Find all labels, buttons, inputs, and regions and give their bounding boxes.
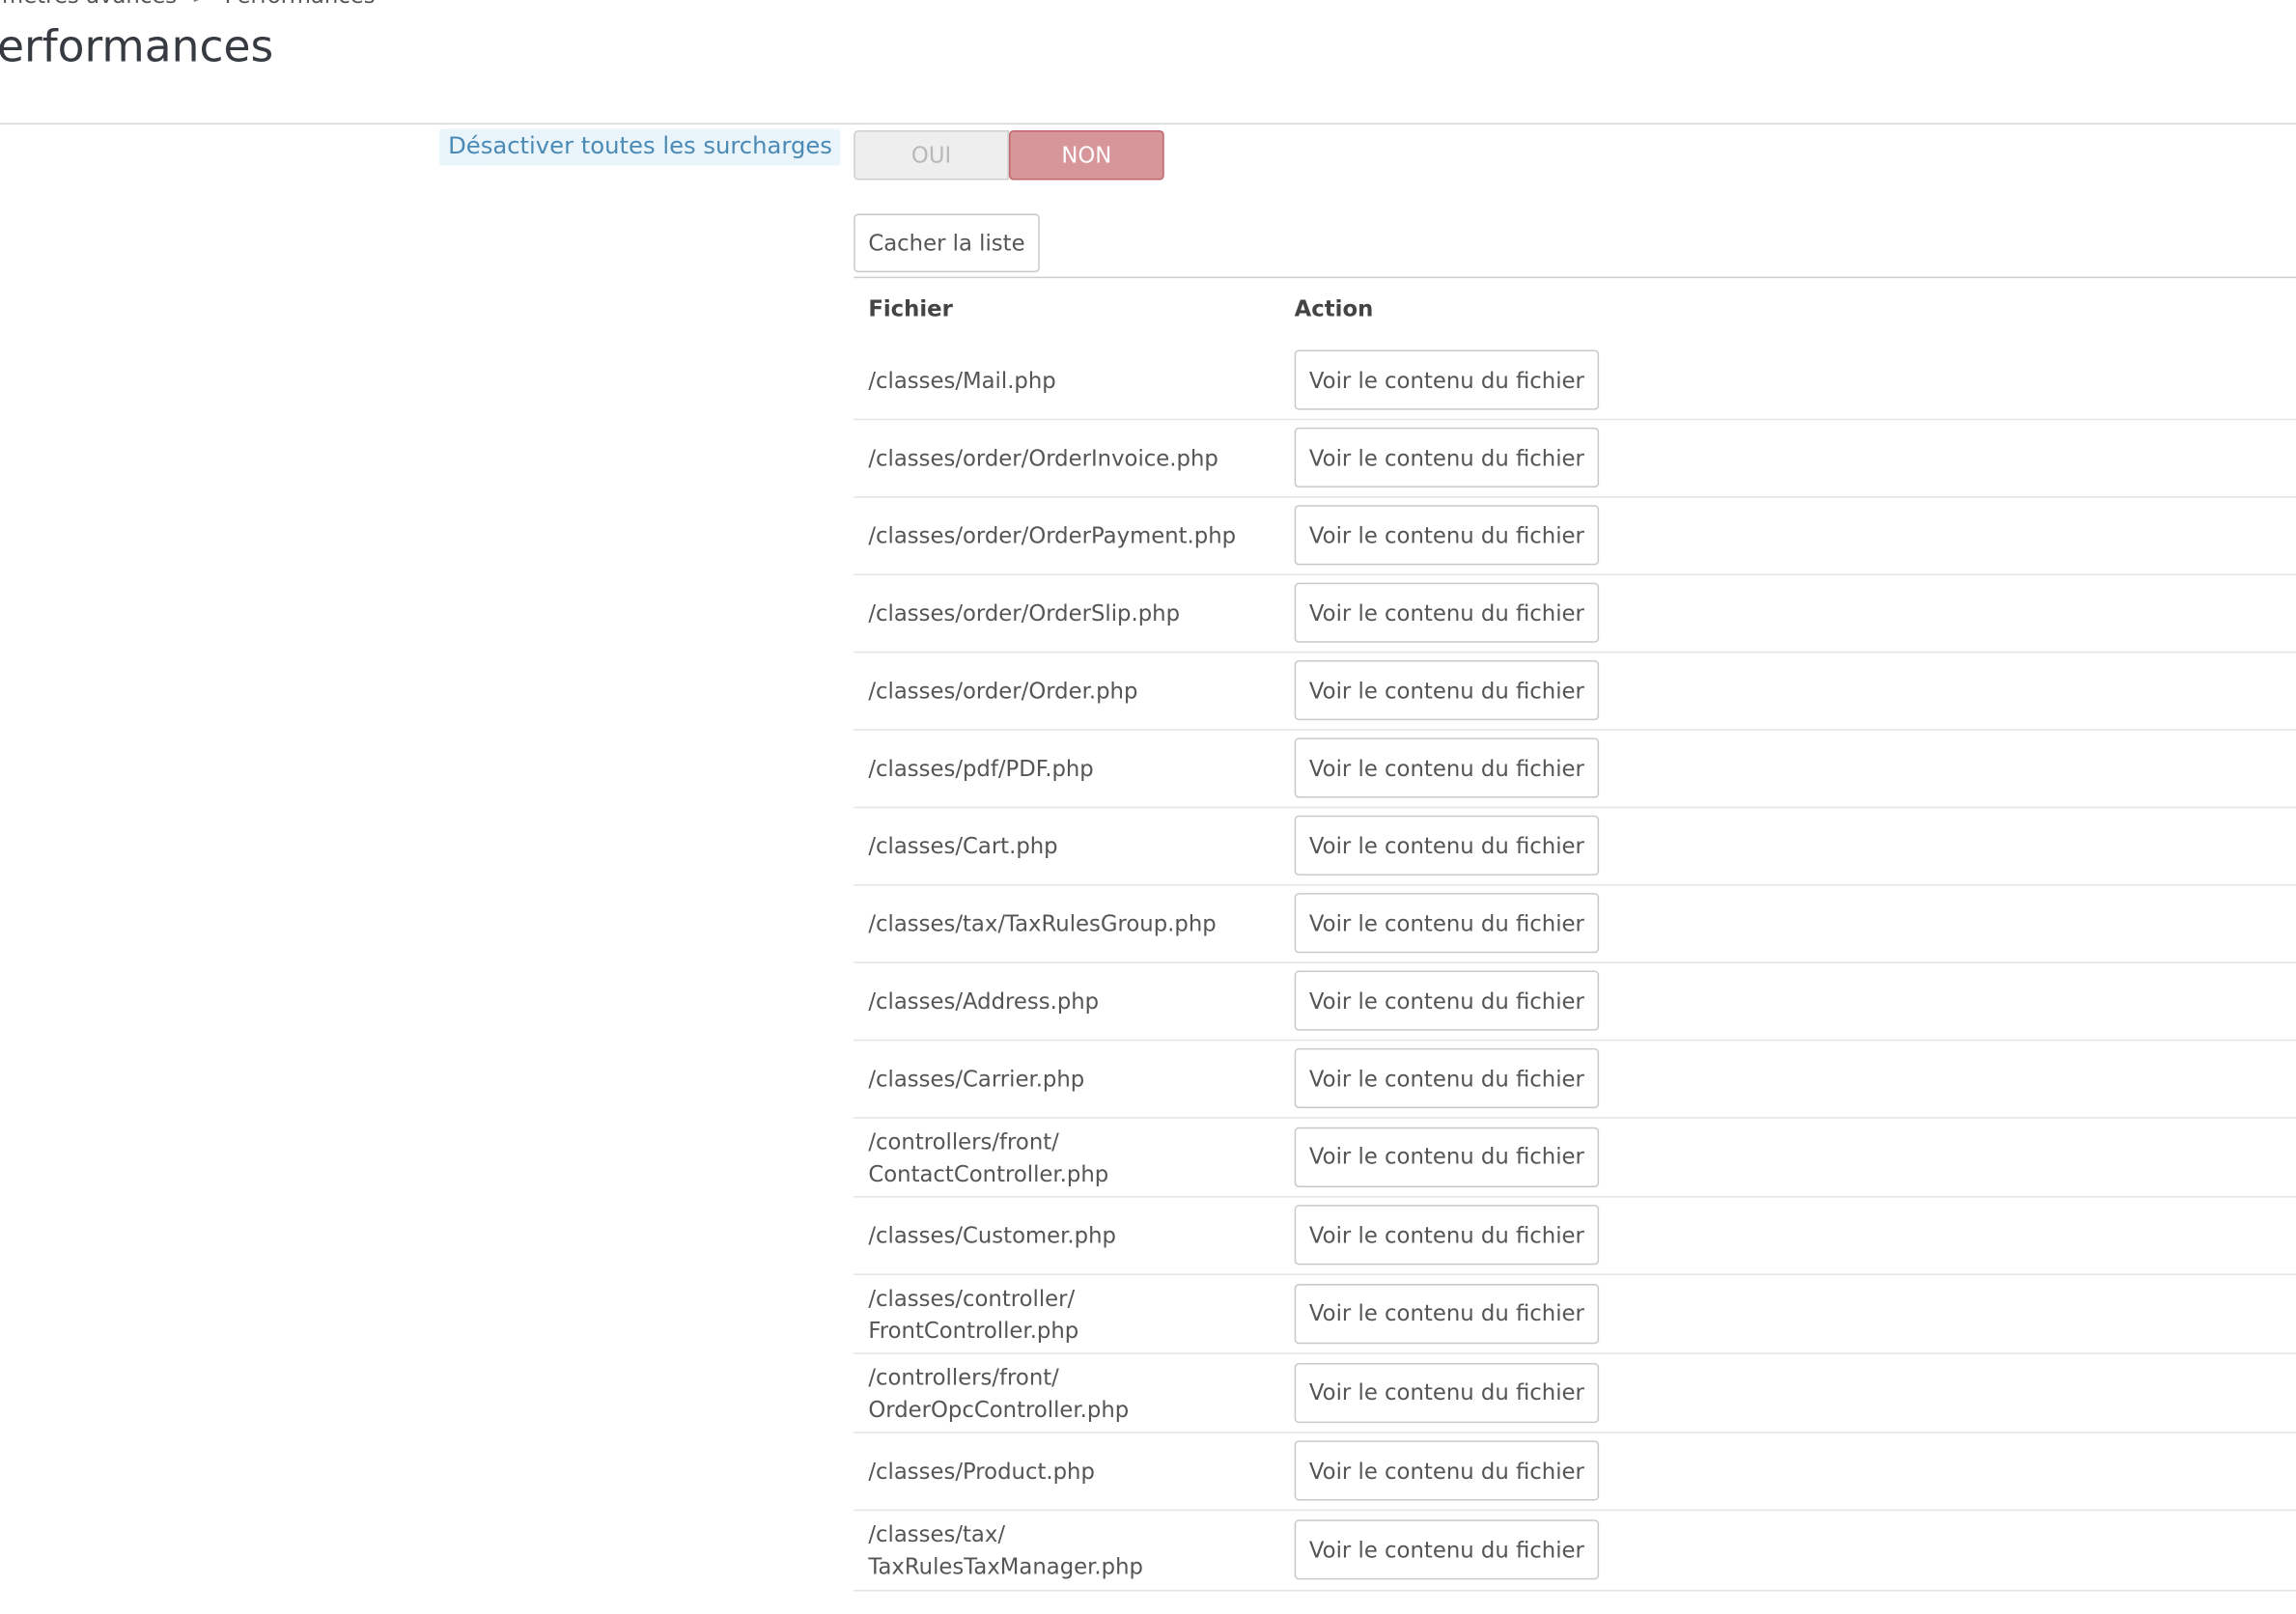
- column-header-action: Action: [1294, 295, 1374, 322]
- table-row: /classes/Address.php Voir le contenu du f…: [854, 963, 2296, 1042]
- view-file-content-button[interactable]: Voir le contenu du fichier: [1294, 1440, 1600, 1501]
- table-row: /classes/order/OrderInvoice.php Voir le c…: [854, 420, 2296, 498]
- file-path: /classes/Mail.php: [868, 367, 1056, 394]
- view-file-content-button[interactable]: Voir le contenu du fichier: [1294, 1283, 1600, 1344]
- table-row: /controllers/front/ OrderOpcController.p…: [854, 1354, 2296, 1433]
- table-row: /classes/pdf/PDF.php Voir le contenu du f…: [854, 731, 2296, 809]
- view-file-content-button[interactable]: Voir le contenu du fichier: [1294, 970, 1600, 1031]
- file-path: /classes/controller/ FrontController.php: [868, 1284, 1079, 1344]
- table-row: /classes/Product.php Voir le contenu du f…: [854, 1433, 2296, 1512]
- table-row: /classes/Customer.php Voir le contenu du …: [854, 1198, 2296, 1275]
- view-file-content-button[interactable]: Voir le contenu du fichier: [1294, 1362, 1600, 1423]
- view-file-content-button[interactable]: Voir le contenu du fichier: [1294, 659, 1600, 721]
- view-file-content-button[interactable]: Voir le contenu du fichier: [1294, 349, 1600, 410]
- view-file-content-button[interactable]: Voir le contenu du fichier: [1294, 737, 1600, 798]
- file-path: /classes/Carrier.php: [868, 1066, 1085, 1093]
- view-file-content-button[interactable]: Voir le contenu du fichier: [1294, 1127, 1600, 1187]
- table-row: /controllers/front/ ContactController.ph…: [854, 1119, 2296, 1198]
- view-file-content-button[interactable]: Voir le contenu du fichier: [1294, 1047, 1600, 1109]
- page: ramètres avancés > Performances erformance…: [0, 0, 2296, 1610]
- disable-overrides-label: Désactiver toutes les surcharges: [438, 128, 842, 166]
- breadcrumb: ramètres avancés > Performances: [0, 0, 376, 9]
- view-file-content-button[interactable]: Voir le contenu du fichier: [1294, 505, 1600, 566]
- page-title: erformances: [0, 21, 274, 73]
- file-path: /classes/order/OrderInvoice.php: [868, 445, 1218, 472]
- table-row: /classes/order/OrderPayment.php Voir le c…: [854, 498, 2296, 576]
- file-path: /classes/pdf/PDF.php: [868, 755, 1094, 782]
- table-row: /classes/order/OrderSlip.php Voir le cont…: [854, 575, 2296, 654]
- file-path: /classes/order/OrderSlip.php: [868, 599, 1181, 627]
- table-row: /classes/Mail.php Voir le contenu du fich…: [854, 343, 2296, 421]
- column-header-file: Fichier: [868, 295, 953, 322]
- file-path: /classes/Cart.php: [868, 832, 1058, 860]
- view-file-content-button[interactable]: Voir le contenu du fichier: [1294, 1519, 1600, 1580]
- list-divider: [854, 276, 2296, 279]
- file-path: /controllers/front/ OrderOpcController.p…: [868, 1363, 1130, 1423]
- table-row: /classes/order/Order.php Voir le contenu …: [854, 653, 2296, 731]
- table-row: /classes/Carrier.php Voir le contenu du f…: [854, 1041, 2296, 1119]
- header-divider: [0, 123, 2296, 125]
- breadcrumb-separator: >: [191, 0, 210, 9]
- table-row: /classes/tax/ TaxRulesTaxManager.php Voir…: [854, 1511, 2296, 1592]
- view-file-content-button[interactable]: Voir le contenu du fichier: [1294, 582, 1600, 643]
- table-row: /classes/tax/TaxRulesGroup.php Voir le co…: [854, 886, 2296, 963]
- file-path: /classes/tax/ TaxRulesTaxManager.php: [868, 1520, 1143, 1580]
- file-path: /classes/order/Order.php: [868, 678, 1138, 705]
- disable-overrides-switch[interactable]: OUI NON: [854, 129, 1164, 181]
- file-path: /classes/tax/TaxRulesGroup.php: [868, 910, 1217, 937]
- switch-option-oui[interactable]: OUI: [854, 129, 1009, 181]
- table-row: /classes/controller/ FrontController.php…: [854, 1275, 2296, 1354]
- breadcrumb-current: Performances: [225, 0, 376, 9]
- file-path: /classes/Product.php: [868, 1458, 1095, 1485]
- file-path: /classes/Address.php: [868, 988, 1100, 1016]
- view-file-content-button[interactable]: Voir le contenu du fichier: [1294, 893, 1600, 954]
- view-file-content-button[interactable]: Voir le contenu du fichier: [1294, 427, 1600, 488]
- file-path: /controllers/front/ ContactController.ph…: [868, 1127, 1109, 1187]
- table-row: /classes/Cart.php Voir le contenu du fich…: [854, 808, 2296, 886]
- file-path: /classes/order/OrderPayment.php: [868, 522, 1237, 549]
- file-path: /classes/Customer.php: [868, 1222, 1116, 1249]
- breadcrumb-parent[interactable]: ramètres avancés: [0, 0, 177, 9]
- view-file-content-button[interactable]: Voir le contenu du fichier: [1294, 815, 1600, 876]
- switch-option-non[interactable]: NON: [1008, 129, 1164, 181]
- view-file-content-button[interactable]: Voir le contenu du fichier: [1294, 1205, 1600, 1266]
- hide-list-button[interactable]: Cacher la liste: [854, 213, 1040, 273]
